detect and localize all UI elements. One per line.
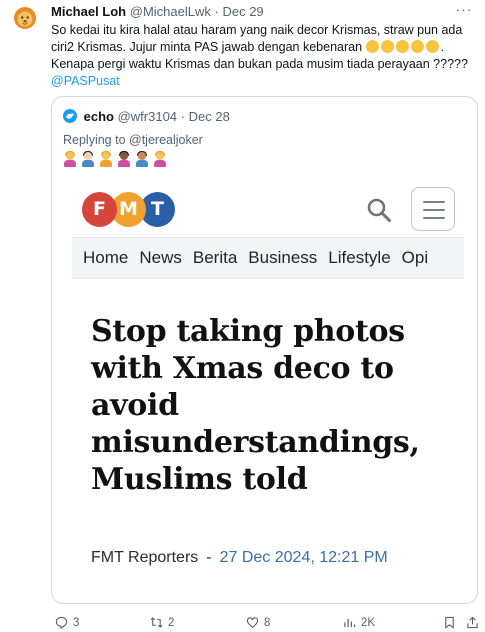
logo-letter-f: F (82, 192, 117, 227)
man-facepalming-icon (81, 151, 95, 168)
replying-prefix: Replying to (63, 133, 130, 147)
tweet[interactable]: Michael Loh @MichaelLwk · Dec 29 ··· So … (0, 0, 485, 632)
reply-count: 3 (73, 616, 80, 629)
man-facepalming-icon (135, 151, 149, 168)
mention-link[interactable]: @PASPusat (51, 74, 120, 88)
lion-avatar-icon (10, 4, 40, 34)
article-screenshot[interactable]: F M T Home News Berita Business Lifestyle Opi (72, 185, 464, 603)
author-handle[interactable]: @MichaelLwk (130, 4, 211, 19)
quoted-date[interactable]: Dec 28 (189, 109, 230, 124)
person-shrugging-icon (99, 151, 113, 168)
byline-date: 27 Dec 2024, 12:21 PM (219, 549, 388, 566)
article-byline: FMT Reporters -27 Dec 2024, 12:21 PM (91, 549, 388, 567)
upside-down-face-icon (365, 40, 379, 53)
reply-icon (55, 616, 68, 629)
upside-down-face-icon (425, 40, 439, 53)
repost-icon (150, 617, 163, 628)
tweet-header: Michael Loh @MichaelLwk · Dec 29 (51, 4, 264, 20)
share-button[interactable] (466, 616, 479, 629)
tweet-actions: 3 2 8 2K (0, 612, 485, 632)
nav-opinion[interactable]: Opi (402, 238, 428, 278)
views-button[interactable]: 2K (343, 616, 375, 629)
nav-home[interactable]: Home (83, 238, 128, 278)
bird-icon (66, 113, 74, 119)
tweet-text: So kedai itu kira halal atau haram yang … (51, 22, 476, 90)
heart-icon (246, 617, 259, 628)
byline-author: FMT Reporters (91, 549, 199, 566)
author-name[interactable]: Michael Loh (51, 4, 126, 19)
repost-count: 2 (168, 616, 175, 629)
views-icon (344, 618, 356, 628)
separator-dot: · (180, 109, 186, 124)
like-count: 8 (264, 616, 271, 629)
grin-sweat-face-icon (410, 40, 424, 53)
like-button[interactable]: 8 (246, 616, 270, 629)
more-options-icon[interactable]: ··· (452, 2, 476, 20)
author-avatar[interactable] (10, 4, 40, 34)
quoted-avatar[interactable] (63, 109, 77, 123)
quoted-author-handle[interactable]: @wfr3104 (118, 109, 177, 124)
rofl-face-icon (395, 40, 409, 53)
repost-button[interactable]: 2 (150, 616, 174, 629)
nav-berita[interactable]: Berita (193, 238, 237, 278)
bookmark-button[interactable] (443, 616, 456, 629)
hamburger-menu-icon[interactable] (411, 187, 455, 231)
bookmark-icon (445, 616, 454, 629)
joy-face-icon (380, 40, 394, 53)
quoted-header: echo @wfr3104 · Dec 28 (63, 109, 230, 125)
article-nav: Home News Berita Business Lifestyle Opi (72, 237, 464, 279)
woman-facepalming-icon (117, 151, 131, 168)
tweet-date[interactable]: Dec 29 (222, 4, 263, 19)
quoted-tweet[interactable]: echo @wfr3104 · Dec 28 Replying to @tjer… (51, 96, 478, 604)
views-count: 2K (361, 616, 376, 629)
nav-lifestyle[interactable]: Lifestyle (328, 238, 390, 278)
replying-to: Replying to @tjerealjoker (63, 133, 203, 147)
replying-to-mention[interactable]: @tjerealjoker (129, 133, 203, 147)
nav-news[interactable]: News (139, 238, 182, 278)
reply-button[interactable]: 3 (55, 616, 79, 629)
person-shrugging-icon (153, 151, 167, 168)
person-shrugging-icon (63, 151, 77, 168)
search-icon[interactable] (366, 197, 392, 223)
fmt-logo[interactable]: F M T (82, 192, 175, 228)
separator-dot: · (214, 4, 219, 19)
share-icon (467, 616, 478, 629)
byline-separator: - (206, 549, 212, 566)
nav-business[interactable]: Business (248, 238, 317, 278)
quoted-author-name[interactable]: echo (84, 109, 114, 124)
article-headline: Stop taking photos with Xmas deco to avo… (91, 314, 420, 497)
quoted-emoji-row (63, 151, 167, 168)
fmt-header: F M T (72, 185, 464, 233)
